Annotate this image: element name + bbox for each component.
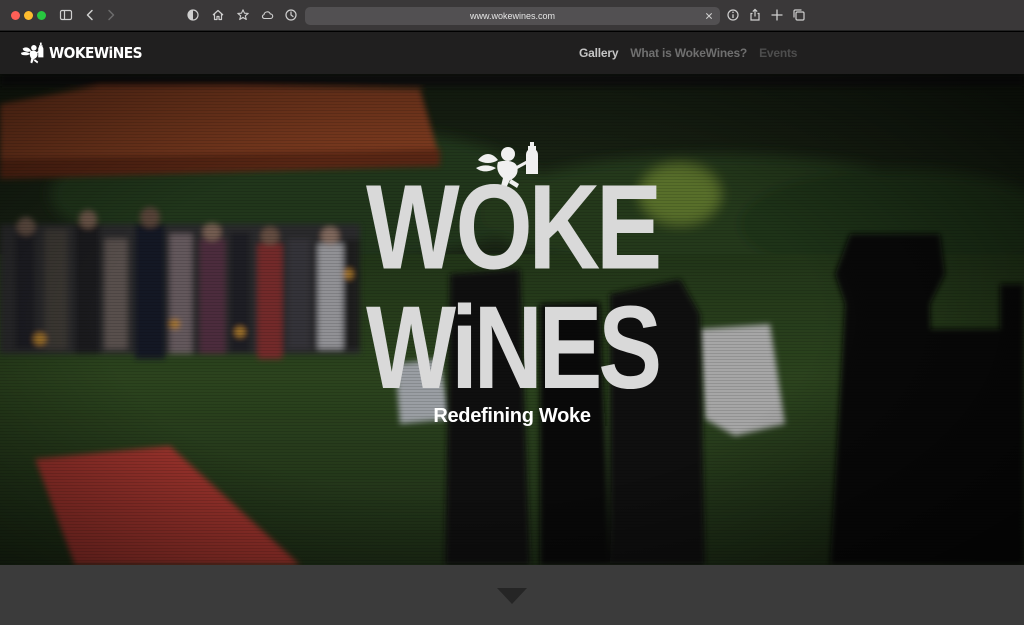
nav-what-is-wokewines[interactable]: What is WokeWines? bbox=[630, 46, 747, 60]
scroll-down-icon[interactable] bbox=[497, 588, 527, 604]
clear-icon[interactable] bbox=[702, 9, 716, 23]
back-icon[interactable] bbox=[82, 7, 98, 23]
site-logo[interactable]: WOKEWiNES bbox=[20, 41, 150, 65]
hero-section: WOKE WiNES Redefining Woke bbox=[0, 74, 1024, 565]
shield-icon[interactable] bbox=[185, 7, 201, 23]
main-nav: Gallery What is WokeWines? Events bbox=[579, 32, 833, 74]
forward-icon[interactable] bbox=[103, 7, 119, 23]
hero-tagline: Redefining Woke bbox=[433, 405, 591, 427]
browser-toolbar: www.wokewines.com bbox=[0, 0, 1024, 31]
history-icon[interactable] bbox=[283, 7, 299, 23]
wordmark-line-1: WOKE bbox=[366, 160, 658, 294]
wordmark-line-2: WiNES bbox=[366, 282, 659, 394]
nav-gallery[interactable]: Gallery bbox=[579, 46, 618, 60]
home-icon[interactable] bbox=[210, 7, 226, 23]
tabs-overview-icon[interactable] bbox=[791, 7, 807, 23]
site-header: WOKEWiNES Gallery What is WokeWines? Eve… bbox=[0, 32, 1024, 74]
close-window-button[interactable] bbox=[11, 11, 20, 20]
logo-text: WOKEWiNES bbox=[49, 44, 143, 62]
star-icon[interactable] bbox=[235, 7, 251, 23]
url-text: www.wokewines.com bbox=[469, 11, 556, 21]
minimize-window-button[interactable] bbox=[24, 11, 33, 20]
address-bar[interactable]: www.wokewines.com bbox=[305, 7, 720, 25]
sidebar-icon[interactable] bbox=[58, 7, 74, 23]
nav-events[interactable]: Events bbox=[759, 46, 797, 60]
info-icon[interactable] bbox=[725, 7, 741, 23]
new-tab-icon[interactable] bbox=[769, 7, 785, 23]
cloud-icon[interactable] bbox=[259, 7, 275, 23]
share-icon[interactable] bbox=[747, 7, 763, 23]
zoom-window-button[interactable] bbox=[37, 11, 46, 20]
bottom-bar bbox=[0, 565, 1024, 625]
cherub-logo-icon bbox=[20, 42, 44, 64]
hero-wordmark: WOKE WiNES bbox=[366, 142, 662, 394]
